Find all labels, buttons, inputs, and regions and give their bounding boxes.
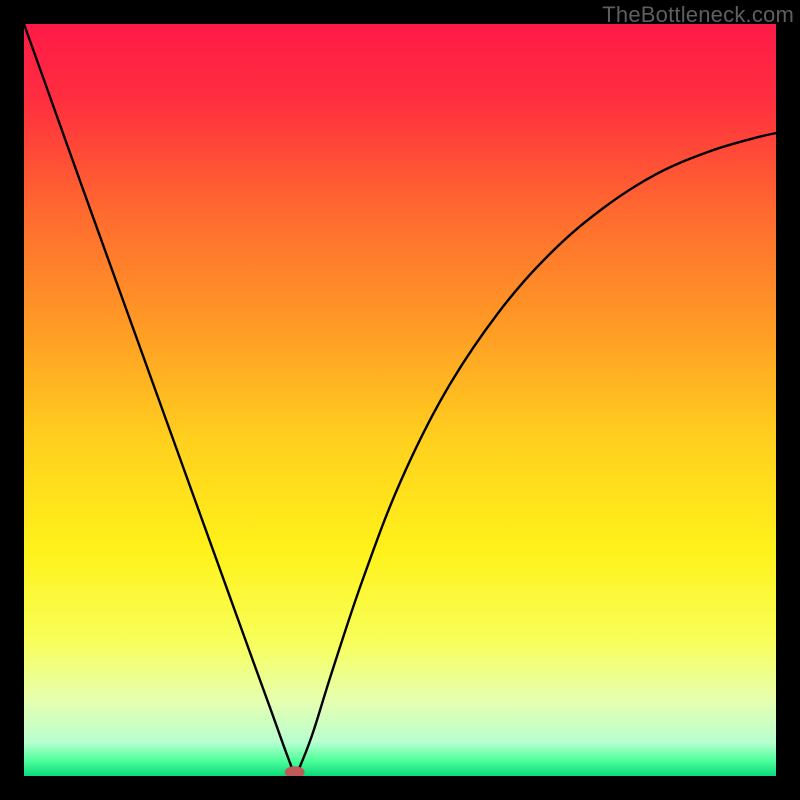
- chart-background-gradient: [24, 24, 776, 776]
- chart-frame: [24, 24, 776, 776]
- bottleneck-chart: [24, 24, 776, 776]
